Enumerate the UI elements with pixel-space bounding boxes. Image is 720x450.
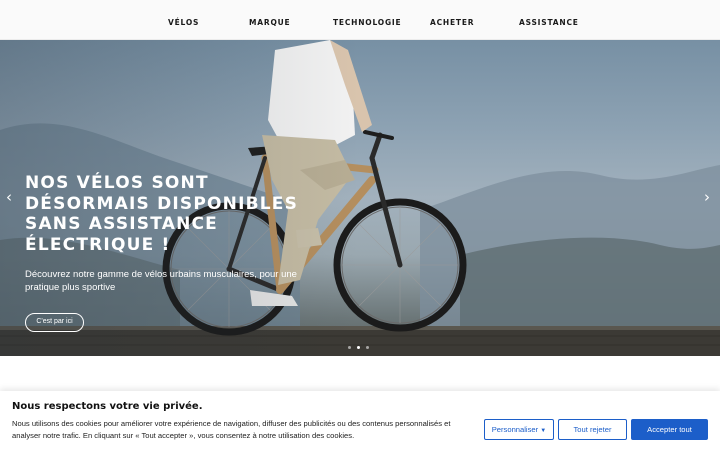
nav-item-acheter[interactable]: ACHETER <box>430 18 474 27</box>
customize-button-label: Personnaliser <box>491 425 539 434</box>
cookie-banner: Nous respectons votre vie privée. Nous u… <box>0 391 720 450</box>
chevron-right-icon[interactable]: › <box>704 188 710 206</box>
hero-subtitle: Découvrez notre gamme de vélos urbains m… <box>25 269 297 293</box>
slider-dot-1[interactable] <box>348 346 351 349</box>
nav-item-assistance[interactable]: ASSISTANCE <box>519 18 579 27</box>
hero-title: NOS VÉLOS SONT DÉSORMAIS DISPONIBLES SAN… <box>25 173 299 255</box>
cookie-title: Nous respectons votre vie privée. <box>12 401 203 412</box>
nav-item-marque[interactable]: MARQUE <box>249 18 290 27</box>
customize-button[interactable]: Personnaliser ▼ <box>484 419 554 440</box>
caret-down-icon: ▼ <box>540 428 547 434</box>
reject-all-button[interactable]: Tout rejeter <box>558 419 627 440</box>
top-navigation: VÉLOS MARQUE TECHNOLOGIE ACHETER ASSISTA… <box>0 0 720 40</box>
cookie-text: Nous utilisons des cookies pour améliore… <box>12 419 451 440</box>
chevron-left-icon[interactable]: ‹ <box>6 188 12 206</box>
nav-item-technologie[interactable]: TECHNOLOGIE <box>333 18 401 27</box>
hero-slider: NOS VÉLOS SONT DÉSORMAIS DISPONIBLES SAN… <box>0 40 720 356</box>
accept-all-button[interactable]: Accepter tout <box>631 419 708 440</box>
hero-cta-button[interactable]: C'est par ici <box>25 313 84 332</box>
nav-item-velos[interactable]: VÉLOS <box>168 18 199 27</box>
slider-dot-2[interactable] <box>357 346 360 349</box>
slider-dot-3[interactable] <box>366 346 369 349</box>
